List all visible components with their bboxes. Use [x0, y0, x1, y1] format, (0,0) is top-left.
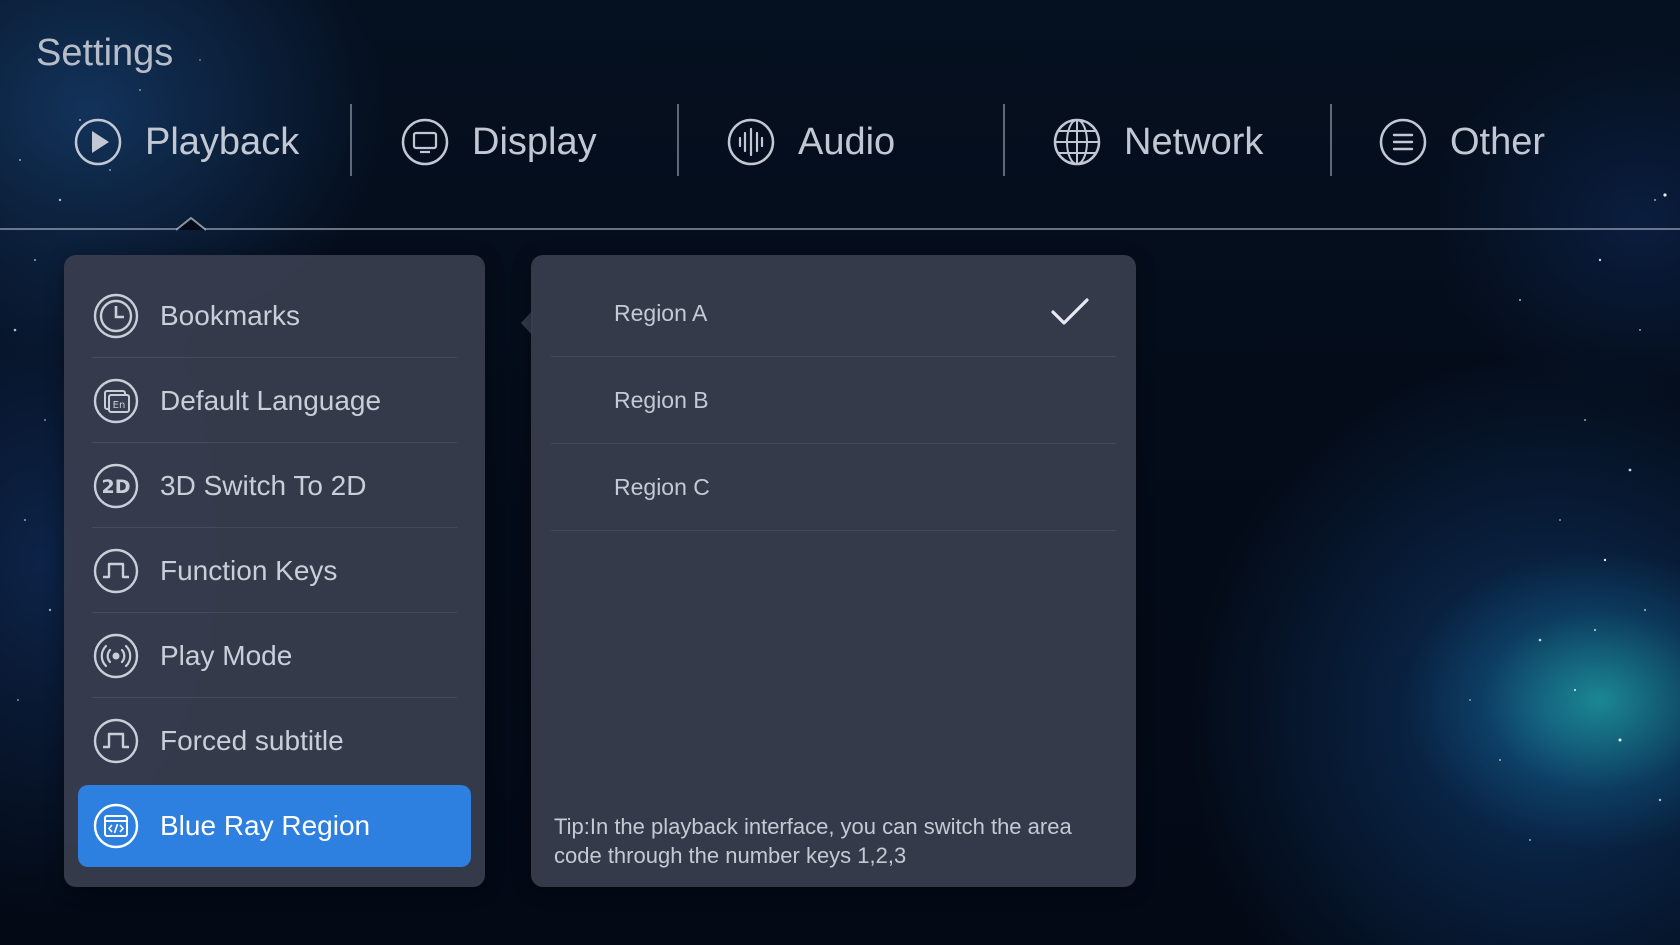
- divider: [92, 357, 457, 358]
- globe-icon: [1053, 118, 1101, 166]
- region-options-panel: Region A Region B Region C Tip:In the pl…: [531, 255, 1136, 887]
- selected-tab-indicator: [176, 216, 206, 231]
- tab-label: Other: [1450, 120, 1546, 163]
- play-circle-icon: [74, 118, 122, 166]
- option-region-b[interactable]: Region B: [551, 357, 1116, 444]
- playback-options-panel: Bookmarks En Default Language 2D 3D Swit…: [64, 255, 485, 887]
- monitor-icon: [401, 118, 449, 166]
- option-label: Region A: [614, 300, 708, 326]
- pulse-wave-icon: [93, 718, 139, 764]
- clock-icon: [93, 293, 139, 339]
- option-region-a[interactable]: Region A: [551, 270, 1116, 357]
- checkmark-icon: [1051, 298, 1089, 325]
- tab-playback[interactable]: Playback: [73, 100, 299, 184]
- option-region-c[interactable]: Region C: [551, 444, 1116, 531]
- tab-divider: [1003, 104, 1005, 176]
- tab-network[interactable]: Network: [1052, 100, 1263, 184]
- menu-item-blue-ray-region[interactable]: Blue Ray Region: [78, 785, 471, 867]
- option-label: Region B: [614, 387, 709, 413]
- divider: [92, 612, 457, 613]
- menu-item-bookmarks[interactable]: Bookmarks: [78, 275, 471, 358]
- 2d-icon: 2D: [93, 463, 139, 509]
- tab-label: Audio: [798, 120, 896, 163]
- tip-text: Tip:In the playback interface, you can s…: [554, 814, 1072, 868]
- menu-item-play-mode[interactable]: Play Mode: [78, 615, 471, 698]
- tab-other[interactable]: Other: [1378, 100, 1545, 184]
- tab-divider: [1330, 104, 1332, 176]
- menu-item-default-language[interactable]: En Default Language: [78, 360, 471, 443]
- pulse-wave-icon: [93, 548, 139, 594]
- menu-item-label: Default Language: [160, 385, 382, 416]
- tab-divider: [350, 104, 352, 176]
- option-label: Region C: [614, 474, 710, 500]
- tab-display[interactable]: Display: [400, 100, 597, 184]
- svg-text:2D: 2D: [102, 476, 131, 498]
- menu-item-forced-subtitle[interactable]: Forced subtitle: [78, 700, 471, 782]
- divider: [92, 442, 457, 443]
- tab-underline: [0, 228, 1680, 230]
- tab-divider: [677, 104, 679, 176]
- language-en-icon: En: [93, 378, 139, 424]
- category-tabs: Playback Display Audio Network Other: [0, 100, 1680, 184]
- menu-item-label: Bookmarks: [160, 300, 301, 331]
- divider: [92, 527, 457, 528]
- tab-label: Display: [472, 120, 597, 163]
- list-menu-icon: [1379, 118, 1427, 166]
- menu-item-function-keys[interactable]: Function Keys: [78, 530, 471, 613]
- page-title: Settings: [36, 32, 174, 74]
- tab-label: Network: [1124, 120, 1264, 163]
- code-window-icon: [93, 803, 139, 849]
- menu-item-label: 3D Switch To 2D: [160, 470, 367, 501]
- menu-item-label: Function Keys: [160, 555, 338, 586]
- menu-item-label: Forced subtitle: [160, 725, 344, 756]
- audio-wave-icon: [727, 118, 775, 166]
- tab-label: Playback: [145, 120, 300, 163]
- divider: [551, 530, 1116, 531]
- divider: [92, 697, 457, 698]
- menu-item-label: Blue Ray Region: [160, 810, 371, 841]
- tab-audio[interactable]: Audio: [726, 100, 895, 184]
- menu-item-3d-switch-to-2d[interactable]: 2D 3D Switch To 2D: [78, 445, 471, 528]
- menu-item-label: Play Mode: [160, 640, 293, 671]
- broadcast-icon: [93, 633, 139, 679]
- svg-text:En: En: [113, 400, 126, 411]
